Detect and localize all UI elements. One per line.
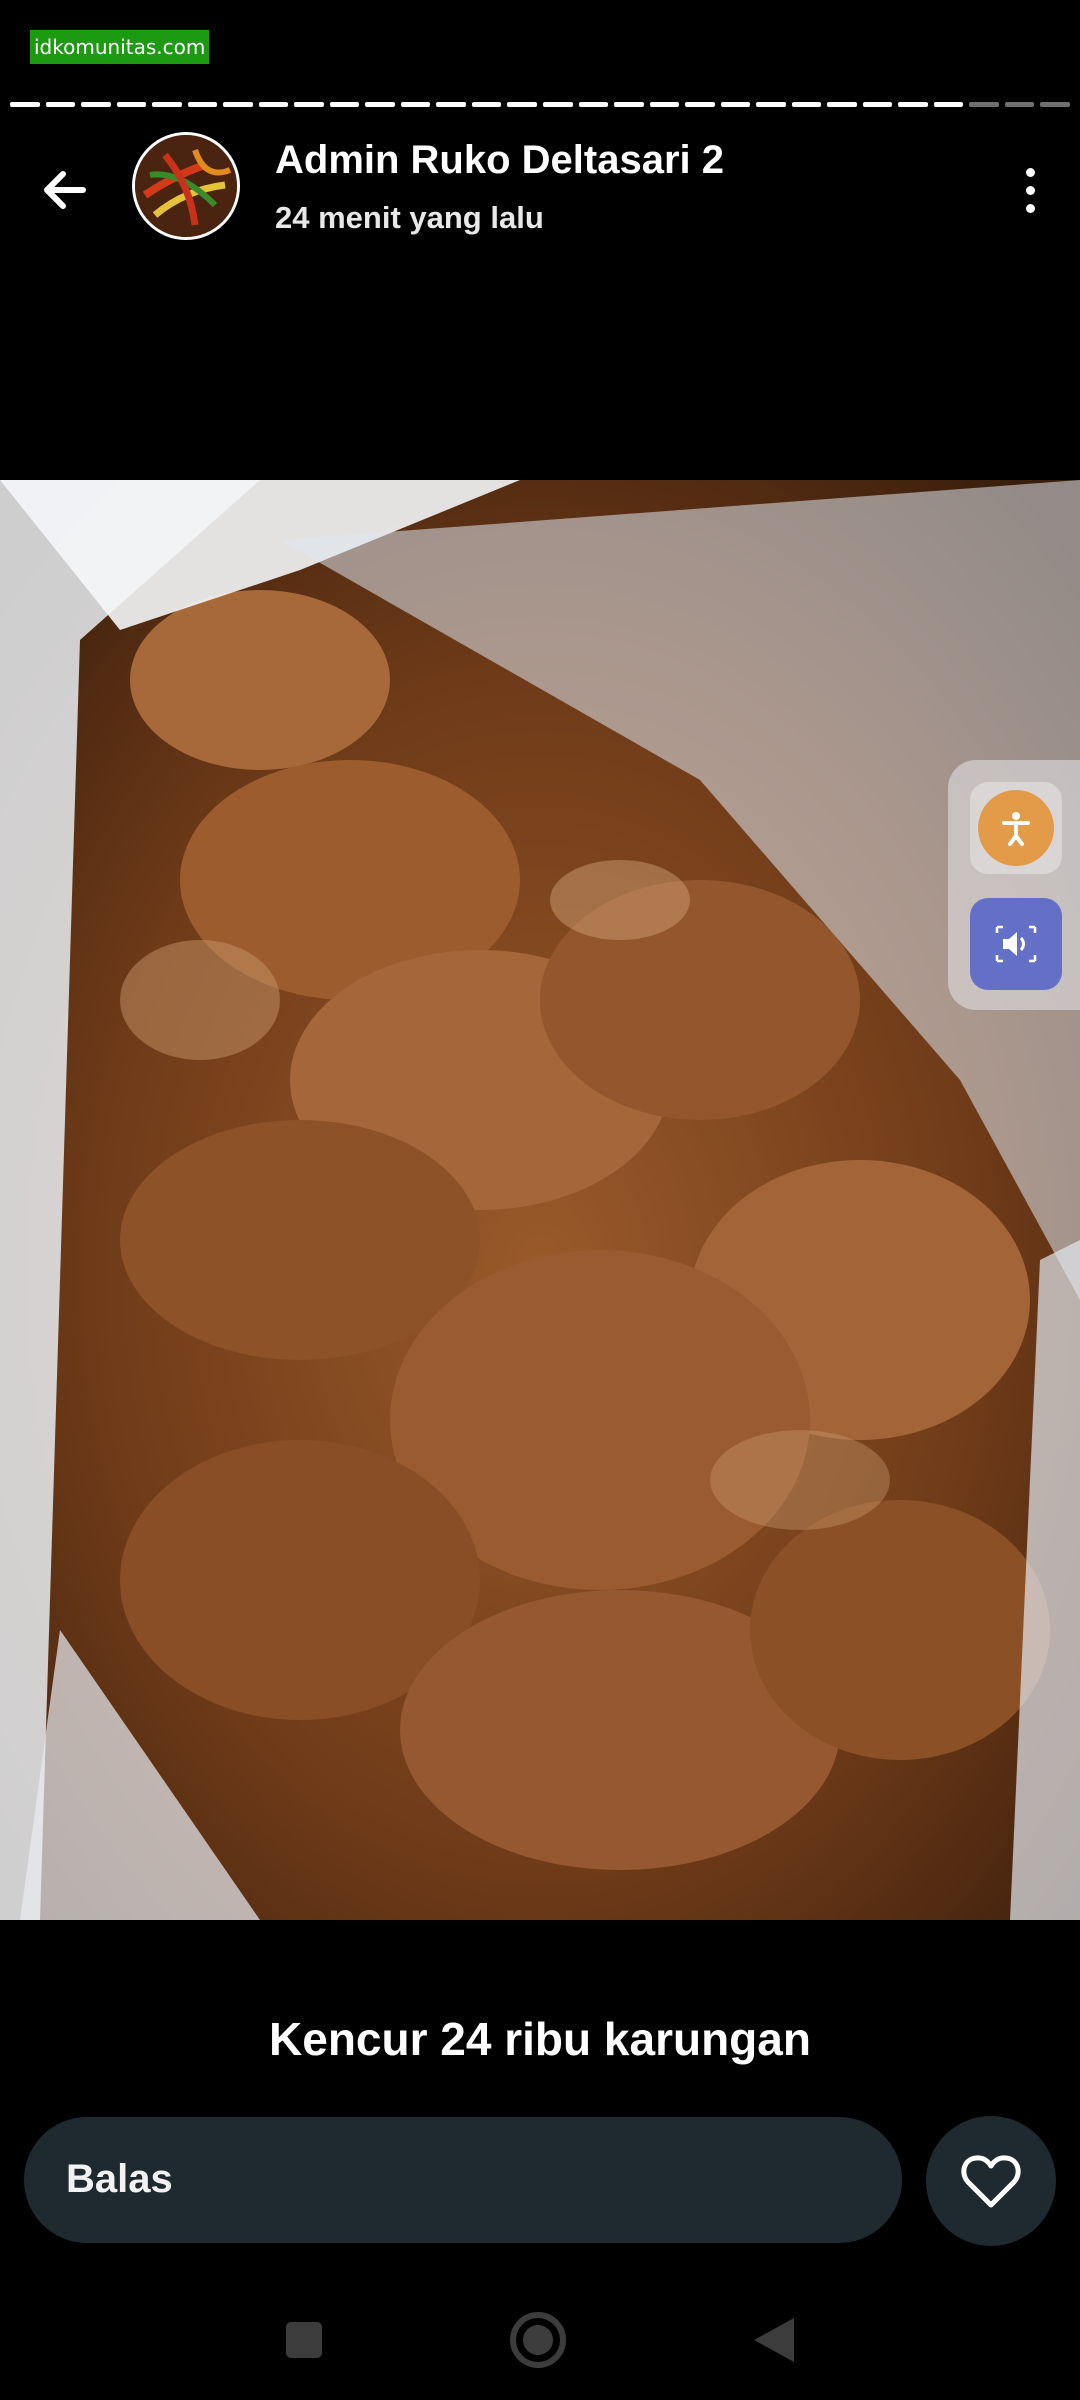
progress-segment	[614, 102, 644, 107]
watermark-label: idkomunitas.com	[30, 30, 210, 64]
progress-segment	[187, 102, 218, 107]
heart-icon	[961, 2155, 1021, 2208]
accessibility-button[interactable]	[970, 782, 1062, 874]
progress-segment	[45, 102, 76, 107]
progress-segment	[898, 102, 928, 107]
progress-segment	[791, 102, 822, 107]
progress-segment	[756, 102, 786, 107]
progress-segment	[365, 102, 395, 107]
more-vertical-icon	[1025, 167, 1035, 177]
avatar[interactable]	[132, 132, 240, 240]
story-caption: Kencur 24 ribu karungan	[269, 2013, 811, 2065]
progress-segment	[258, 102, 289, 107]
progress-segment	[862, 102, 893, 107]
progress-segment	[649, 102, 680, 107]
progress-segment	[329, 102, 360, 107]
progress-segment	[543, 102, 573, 107]
floating-accessibility-panel	[948, 760, 1080, 1010]
story-progress-bar	[10, 102, 1070, 108]
square-icon	[286, 2322, 322, 2358]
post-time: 24 menit yang lalu	[275, 200, 544, 235]
avatar-image	[135, 135, 237, 237]
progress-segment	[116, 102, 147, 107]
progress-segment	[81, 102, 111, 107]
arrow-left-icon	[44, 171, 86, 209]
circle-icon	[510, 2312, 566, 2368]
volume-icon	[995, 925, 1037, 963]
triangle-back-icon	[754, 2318, 794, 2362]
progress-segment	[223, 102, 253, 107]
photo-image	[0, 480, 1080, 1920]
progress-segment	[471, 102, 502, 107]
progress-segment	[1004, 102, 1035, 107]
progress-segment	[969, 102, 999, 107]
progress-segment	[294, 102, 324, 107]
story-photo[interactable]	[0, 480, 1080, 1920]
progress-segment	[933, 102, 964, 107]
progress-segment	[436, 102, 466, 107]
progress-segment	[685, 102, 715, 107]
recent-apps-button[interactable]	[274, 2310, 334, 2370]
progress-segment	[507, 102, 537, 107]
home-button[interactable]	[508, 2310, 568, 2370]
progress-segment	[400, 102, 431, 107]
nav-back-button[interactable]	[744, 2310, 804, 2370]
accessibility-icon	[1002, 812, 1030, 846]
more-options-button[interactable]	[1002, 150, 1058, 230]
author-name[interactable]: Admin Ruko Deltasari 2	[275, 138, 724, 183]
progress-segment	[827, 102, 857, 107]
back-button[interactable]	[30, 155, 100, 225]
progress-segment	[720, 102, 751, 107]
progress-segment	[10, 102, 40, 107]
system-navigation-bar	[0, 2280, 1080, 2400]
reply-input[interactable]: Balas	[24, 2117, 902, 2243]
like-button[interactable]	[926, 2116, 1056, 2246]
story-header: Admin Ruko Deltasari 2 24 menit yang lal…	[0, 130, 1080, 250]
progress-segment	[152, 102, 182, 107]
sound-button[interactable]	[970, 898, 1062, 990]
reply-placeholder: Balas	[66, 2157, 173, 2201]
progress-segment	[1040, 102, 1070, 107]
progress-segment	[578, 102, 609, 107]
